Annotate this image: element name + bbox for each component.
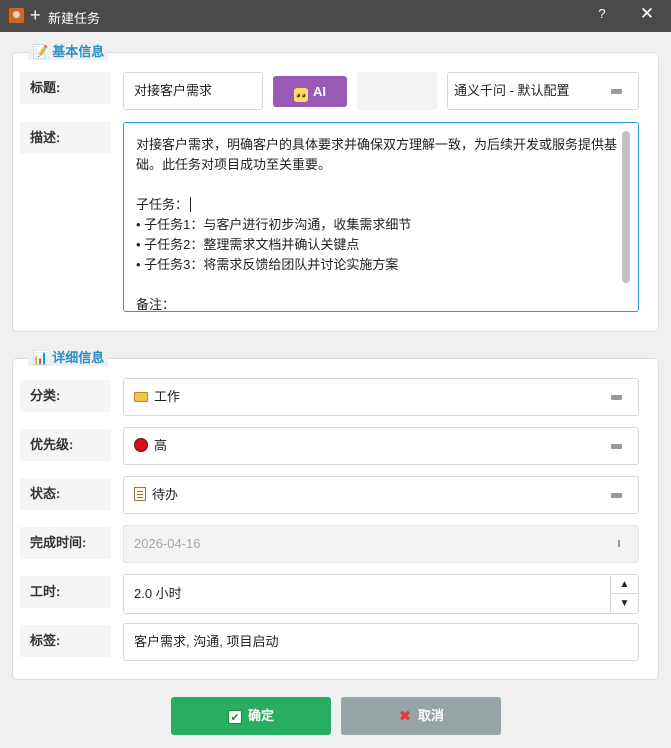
description-line: • 子任务1：与客户进行初步沟通，收集需求细节 <box>136 217 412 232</box>
description-textarea[interactable]: 对接客户需求，明确客户的具体要求并确保双方理解一致，为后续开发或服务提供基 础。… <box>123 122 639 312</box>
cancel-button[interactable]: ✖ 取消 <box>341 697 501 735</box>
confirm-label: 确定 <box>247 708 274 723</box>
category-select[interactable]: 工作 <box>123 378 639 416</box>
memo-icon: 📝 <box>32 44 49 59</box>
plus-icon: + <box>30 5 41 25</box>
description-line: 备注： <box>136 297 176 312</box>
dropdown-arrow-icon <box>611 444 622 449</box>
title-label: 标题: <box>20 72 111 104</box>
text-caret <box>190 197 192 212</box>
model-select-value: 通义千问 - 默认配置 <box>454 83 570 98</box>
help-button[interactable]: ? <box>592 6 612 21</box>
detail-info-title: 详细信息 <box>52 350 105 365</box>
ai-button-label: AI <box>313 84 326 99</box>
cancel-label: 取消 <box>417 708 444 723</box>
description-line <box>136 175 622 195</box>
basic-info-heading: 📝 基本信息 <box>28 44 109 60</box>
category-label: 分类: <box>20 380 111 412</box>
ai-button[interactable]: ◕◕ AI <box>273 76 347 107</box>
description-line: 础。此任务对项目成功至关重要。 <box>136 157 332 172</box>
model-select[interactable]: 通义千问 - 默认配置 <box>447 72 639 110</box>
folder-icon <box>134 392 148 402</box>
description-line: 子任务： <box>136 197 189 212</box>
cross-icon: ✖ <box>398 708 412 725</box>
description-label: 描述: <box>20 122 111 154</box>
description-line: 对接客户需求，明确客户的具体要求并确保双方理解一致，为后续开发或服务提供基 <box>136 137 618 152</box>
description-line: • 子任务2：整理需求文档并确认关键点 <box>136 237 360 252</box>
status-select[interactable]: 待办 <box>123 476 639 514</box>
close-button[interactable]: ✕ <box>636 4 658 24</box>
memo-icon <box>134 487 146 501</box>
detail-info-heading: 📊 详细信息 <box>28 350 109 366</box>
bar-chart-icon: 📊 <box>32 350 49 365</box>
priority-label: 优先级: <box>20 429 111 461</box>
description-line <box>136 275 622 295</box>
due-date-label: 完成时间: <box>20 527 111 559</box>
description-line-with-caret: 子任务： <box>136 195 622 215</box>
priority-value: 高 <box>154 438 168 453</box>
hours-label: 工时: <box>20 576 111 608</box>
hours-stepper: ▲ ▼ <box>610 575 638 613</box>
hours-value: 2.0 小时 <box>134 586 182 601</box>
status-value: 待办 <box>152 487 179 502</box>
tags-input[interactable]: 客户需求, 沟通, 项目启动 <box>123 623 639 661</box>
status-label: 状态: <box>20 478 111 510</box>
description-line: • 子任务3：将需求反馈给团队并讨论实施方案 <box>136 257 399 272</box>
window-title: 新建任务 <box>48 11 101 26</box>
basic-info-title: 基本信息 <box>52 44 105 59</box>
due-date-field: 2026-04-16 <box>123 525 639 563</box>
due-date-value: 2026-04-16 <box>134 536 201 551</box>
hours-spinbox[interactable]: 2.0 小时 ▲ ▼ <box>123 574 639 614</box>
red-circle-icon <box>134 438 148 452</box>
category-value: 工作 <box>154 389 181 404</box>
robot-icon: ◕◕ <box>294 88 308 102</box>
app-icon <box>8 7 25 24</box>
title-bar: + 新建任务 ? ✕ <box>0 0 671 32</box>
priority-select[interactable]: 高 <box>123 427 639 465</box>
dropdown-arrow-icon <box>611 395 622 400</box>
dropdown-arrow-icon <box>611 493 622 498</box>
tags-label: 标签: <box>20 625 111 657</box>
title-input[interactable]: 对接客户需求 <box>123 72 263 110</box>
confirm-button[interactable]: ✔ 确定 <box>171 697 331 735</box>
spin-up-button[interactable]: ▲ <box>611 575 638 594</box>
check-icon: ✔ <box>227 710 242 724</box>
spin-down-button[interactable]: ▼ <box>611 594 638 613</box>
description-scrollbar[interactable] <box>622 131 630 283</box>
date-picker-icon <box>618 540 620 547</box>
dropdown-arrow-icon <box>611 89 622 94</box>
ai-status-area <box>357 72 437 110</box>
